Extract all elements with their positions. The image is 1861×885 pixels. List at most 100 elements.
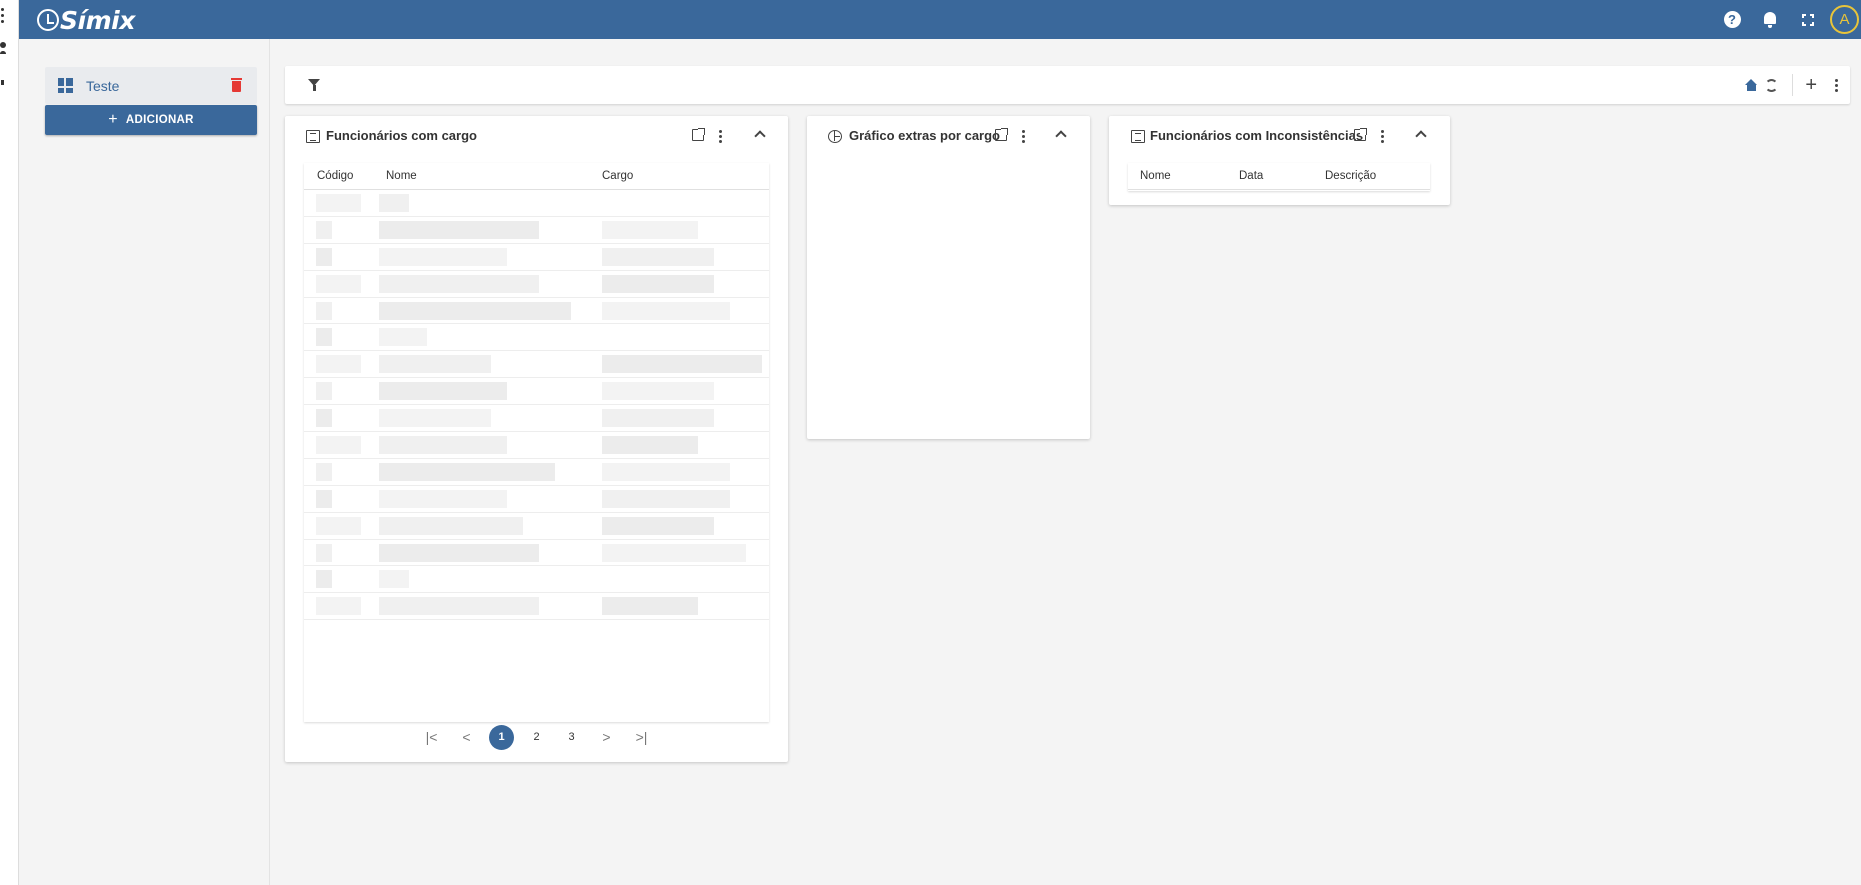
obscured-code-cell [316, 274, 361, 293]
collapse-icon[interactable] [1415, 130, 1427, 142]
collapse-icon[interactable] [1055, 130, 1067, 142]
home-icon[interactable] [1745, 79, 1758, 91]
table-body [304, 190, 769, 621]
collapse-icon[interactable] [754, 130, 766, 142]
widget-inconsistencies: Funcionários com Inconsistências Nome Da… [1109, 116, 1450, 205]
column-header-role: Cargo [602, 170, 634, 182]
obscured-code-cell [316, 570, 332, 589]
obscured-name-cell [379, 247, 507, 266]
table-row[interactable] [304, 244, 769, 271]
obscured-code-cell [316, 489, 332, 508]
obscured-name-cell [379, 301, 571, 320]
filter-icon[interactable] [308, 79, 320, 91]
widget-menu-icon[interactable] [1021, 130, 1025, 143]
fullscreen-icon [1802, 13, 1814, 26]
delete-icon[interactable] [231, 78, 242, 92]
obscured-role-cell [602, 597, 698, 616]
page-3-button[interactable]: 3 [554, 725, 589, 749]
obscured-code-cell [316, 355, 361, 374]
widget-menu-icon[interactable] [1380, 130, 1384, 143]
table-row[interactable] [304, 271, 769, 298]
obscured-code-cell [316, 247, 332, 266]
dashboard-item-teste[interactable]: Teste [45, 67, 257, 104]
person-icon[interactable] [0, 41, 10, 55]
obscured-role-cell [602, 301, 730, 320]
obscured-code-cell [316, 516, 361, 535]
table-row[interactable] [304, 432, 769, 459]
obscured-code-cell [316, 597, 361, 616]
top-bar: Símix ? A [19, 0, 1861, 39]
table-row[interactable] [304, 378, 769, 406]
table-header: Código Nome Cargo [304, 163, 769, 190]
obscured-name-cell [379, 462, 555, 481]
fullscreen-button[interactable] [1789, 0, 1827, 39]
employees-table: Código Nome Cargo [304, 163, 769, 722]
open-in-new-icon[interactable] [1354, 128, 1367, 141]
table-row[interactable] [304, 486, 769, 513]
table-row[interactable] [304, 459, 769, 486]
dashboard-item-label: Teste [86, 77, 120, 94]
obscured-code-cell [316, 301, 332, 320]
widget-header: Gráfico extras por cargo [807, 116, 1090, 156]
obscured-name-cell [379, 543, 539, 562]
obscured-name-cell [379, 382, 507, 401]
bell-icon [1763, 11, 1777, 28]
obscured-role-cell [602, 274, 714, 293]
table-header: Nome Data Descrição [1128, 163, 1430, 190]
table-row[interactable] [304, 298, 769, 325]
open-in-new-icon[interactable] [995, 128, 1008, 141]
obscured-code-cell [316, 462, 332, 481]
obscured-role-cell [602, 220, 698, 239]
pagination: |< < 1 2 3 > >| [285, 724, 788, 750]
widget-extras-chart: Gráfico extras por cargo [807, 116, 1090, 439]
table-row[interactable] [304, 513, 769, 540]
prev-page-button[interactable]: < [449, 725, 484, 749]
obscured-name-cell [379, 274, 539, 293]
obscured-code-cell [316, 543, 332, 562]
widget-menu-icon[interactable] [718, 130, 722, 143]
refresh-icon[interactable] [1765, 78, 1779, 92]
table-row[interactable] [304, 217, 769, 244]
last-page-button[interactable]: >| [624, 725, 659, 749]
rail-indicator [1, 80, 4, 85]
pie-chart-icon [828, 130, 842, 143]
table-row[interactable] [304, 540, 769, 567]
obscured-code-cell [316, 436, 361, 455]
obscured-role-cell [602, 489, 730, 508]
open-in-new-icon[interactable] [692, 128, 705, 141]
filter-bar: + [285, 66, 1850, 104]
notifications-button[interactable] [1751, 0, 1789, 39]
column-header-name: Nome [1140, 170, 1171, 182]
user-avatar[interactable]: A [1830, 5, 1859, 34]
page-number: 1 [489, 724, 514, 750]
column-header-name: Nome [386, 170, 417, 182]
obscured-code-cell [316, 382, 332, 401]
obscured-role-cell [602, 382, 714, 401]
add-dashboard-label: ADICIONAR [125, 114, 194, 126]
obscured-name-cell [379, 328, 427, 347]
page-1-button[interactable]: 1 [484, 724, 519, 750]
more-vert-icon[interactable] [0, 8, 6, 26]
first-page-button[interactable]: |< [414, 725, 449, 749]
table-row[interactable] [304, 405, 769, 433]
obscured-role-cell [602, 516, 714, 535]
more-options-icon[interactable] [1834, 78, 1838, 92]
table-row[interactable] [304, 190, 769, 217]
table-row[interactable] [304, 351, 769, 379]
add-dashboard-button[interactable]: + ADICIONAR [45, 105, 257, 135]
next-page-button[interactable]: > [589, 725, 624, 749]
app-logo[interactable]: Símix [37, 6, 135, 35]
table-row[interactable] [304, 593, 769, 621]
table-row[interactable] [304, 324, 769, 352]
left-rail [0, 0, 19, 885]
page-2-button[interactable]: 2 [519, 725, 554, 749]
obscured-name-cell [379, 597, 539, 616]
help-button[interactable]: ? [1713, 0, 1751, 39]
widget-header: Funcionários com cargo [285, 116, 788, 156]
plus-icon: + [108, 111, 118, 128]
obscured-name-cell [379, 355, 491, 374]
table-row[interactable] [304, 566, 769, 594]
add-widget-icon[interactable]: + [1805, 75, 1817, 95]
column-header-date: Data [1239, 170, 1264, 182]
table-icon [306, 130, 320, 143]
